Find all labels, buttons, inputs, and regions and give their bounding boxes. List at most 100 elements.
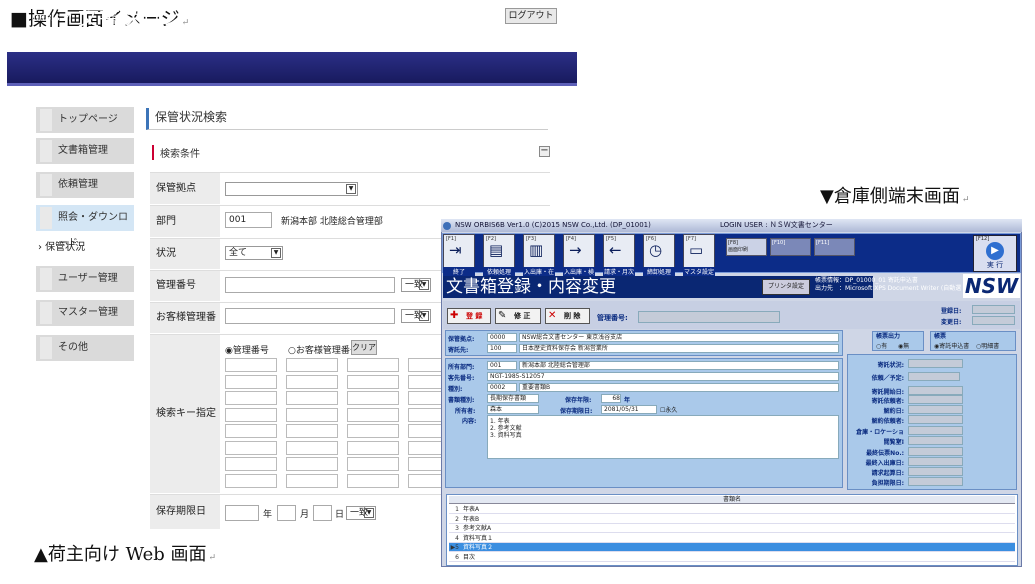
search-key-cell[interactable] <box>225 440 277 455</box>
printer-settings-button[interactable]: プリンタ設定 <box>762 279 810 295</box>
search-key-cell[interactable] <box>347 374 399 389</box>
dept-name-field[interactable]: 新潟本部 北陸総合管理部 <box>519 361 839 370</box>
customer-no-input[interactable] <box>225 308 395 324</box>
radio-form-detail[interactable]: ○明細書 <box>976 341 999 350</box>
doc-type-field[interactable]: 長期保存書類 <box>487 394 539 403</box>
search-key-cell[interactable] <box>347 391 399 405</box>
search-key-cell[interactable] <box>286 358 338 372</box>
radio-no[interactable]: ◉無 <box>898 341 909 350</box>
sidebar-item-box-mgmt[interactable]: 文書箱管理 <box>36 138 134 164</box>
row-number: 1 <box>455 506 459 513</box>
search-key-cell[interactable] <box>286 457 338 471</box>
expiry-field[interactable]: 2081/05/31 <box>601 405 657 414</box>
sidebar-item-other[interactable]: その他 <box>36 335 134 361</box>
mgmt-no-field[interactable] <box>638 311 780 323</box>
f11-button[interactable]: [F11] <box>814 238 855 256</box>
dept-code-field[interactable]: 001 <box>487 361 517 370</box>
search-key-cell[interactable] <box>347 358 399 372</box>
search-key-cell[interactable] <box>347 457 399 471</box>
fn-key: [F8] <box>728 240 738 246</box>
search-key-cell[interactable] <box>286 440 338 455</box>
search-key-cell[interactable] <box>347 407 399 422</box>
logout-button[interactable]: ログアウト <box>505 8 557 24</box>
f10-button[interactable]: [F10] <box>770 238 811 256</box>
search-key-cell[interactable] <box>225 391 277 405</box>
dept-label: 所有部門: <box>448 364 475 371</box>
radio-label: お客様管理番号 <box>295 346 359 356</box>
expiry-year-input[interactable] <box>225 505 259 521</box>
sidebar-subitem-status[interactable]: › 保管状況 <box>38 238 85 253</box>
search-key-cell[interactable] <box>225 374 277 389</box>
register-button[interactable]: ✚ 登 録 <box>447 308 491 324</box>
list-item[interactable]: 6 目次 <box>449 552 1015 562</box>
search-key-cell[interactable] <box>225 457 277 471</box>
search-key-cell[interactable] <box>225 473 277 488</box>
toolbar-label: マスタ設定 <box>683 267 715 276</box>
owner-field[interactable]: 森本 <box>487 405 539 414</box>
list-item[interactable]: 1 年表A <box>449 505 1015 514</box>
execute-button[interactable]: [F12] ▶ 実 行 <box>973 235 1017 272</box>
chevron-down-icon: ▼ <box>419 311 429 321</box>
list-item[interactable]: ▶5 資料写真２ <box>449 543 1015 552</box>
depositor-code-field[interactable]: 100 <box>487 344 517 353</box>
sidebar-item-user-mgmt[interactable]: ユーザー管理 <box>36 266 134 292</box>
box-no-field[interactable]: NGT-1985-S12057 <box>487 372 839 381</box>
years-field[interactable]: 68 <box>601 394 621 403</box>
search-key-cell[interactable] <box>347 424 399 438</box>
delete-button[interactable]: ✕ 削 除 <box>545 308 590 324</box>
search-key-cell[interactable] <box>225 407 277 422</box>
customer-match-select[interactable]: 一致 ▼ <box>401 309 431 323</box>
user-name: 新潟本部営業担当者 様 <box>422 15 515 25</box>
location-name-field[interactable]: NSW総合文書センター 東京浅谷支店 <box>519 333 839 342</box>
row-text: 参考文献A <box>463 525 492 532</box>
list-item[interactable]: 3 参考文献A <box>449 524 1015 533</box>
search-key-cell[interactable] <box>225 358 277 372</box>
mgmt-no-input[interactable] <box>225 277 395 293</box>
mgmt-match-select[interactable]: 一致 ▼ <box>401 278 431 292</box>
permanent-checkbox[interactable]: ☐永久 <box>660 405 677 414</box>
sidebar-item-top[interactable]: トップページ <box>36 107 134 133</box>
search-key-cell[interactable] <box>347 440 399 455</box>
section-title: 検索条件 <box>152 145 200 160</box>
kind-code-field[interactable]: 0002 <box>487 383 517 392</box>
clear-button[interactable]: クリア <box>351 340 377 355</box>
sidebar-item-master[interactable]: マスター管理 <box>36 300 134 326</box>
web-screen-heading: ▲荷主向け Web 画面 ↵ <box>34 544 217 565</box>
expiry-day-input[interactable] <box>313 505 332 521</box>
sidebar-item-inquiry[interactable]: 照会・ダウンロード <box>36 205 134 249</box>
radio-mgmt-no[interactable]: ◉管理番号 <box>225 343 269 356</box>
chg-date-field <box>972 316 1015 325</box>
expiry-month-input[interactable] <box>277 505 296 521</box>
depositor-name-field[interactable]: 日本歴史資料保存会 新潟営業所 <box>519 344 839 353</box>
collapse-button[interactable]: − <box>539 146 550 157</box>
status-info-label: 負担期限日: <box>871 480 904 487</box>
status-select[interactable]: 全て ▼ <box>225 246 283 260</box>
content-textarea[interactable]: 1. 年表 2. 参考文献 3. 資料写真 <box>487 415 839 459</box>
radio-form-application[interactable]: ◉寄託申込書 <box>934 341 969 350</box>
page-title: 保管状況検索 <box>146 108 548 130</box>
search-key-cell[interactable] <box>347 473 399 488</box>
sidebar-item-request[interactable]: 依頼管理 <box>36 172 134 198</box>
search-key-cell[interactable] <box>286 407 338 422</box>
radio-yes[interactable]: ○有 <box>876 341 887 350</box>
search-key-cell[interactable] <box>286 374 338 389</box>
brand-label: ORBIS-VI <box>28 14 72 24</box>
list-item[interactable]: 2 年表B <box>449 514 1015 524</box>
location-select[interactable]: ▼ <box>225 182 358 196</box>
search-key-cell[interactable] <box>225 424 277 438</box>
list-item[interactable]: 4 資料写真１ <box>449 533 1015 543</box>
nsw-logo: NSW <box>963 274 1020 298</box>
radio-customer-no[interactable]: ○お客様管理番号 <box>288 343 359 356</box>
f8-button[interactable]: [F8] 画面印刷 <box>726 238 767 256</box>
search-key-cell[interactable] <box>286 473 338 488</box>
search-key-cell[interactable] <box>286 424 338 438</box>
expiry-match-select[interactable]: 一致 ▼ <box>346 506 376 520</box>
status-info-field <box>908 467 963 476</box>
dept-label: 部門 <box>150 206 220 237</box>
location-label: 保管拠点 <box>150 173 220 204</box>
location-code-field[interactable]: 0000 <box>487 333 517 342</box>
kind-name-field[interactable]: 重要書類B <box>519 383 839 392</box>
dept-code-input[interactable]: 001 <box>225 212 272 228</box>
search-key-cell[interactable] <box>286 391 338 405</box>
modify-button[interactable]: ✎ 修 正 <box>495 308 541 324</box>
